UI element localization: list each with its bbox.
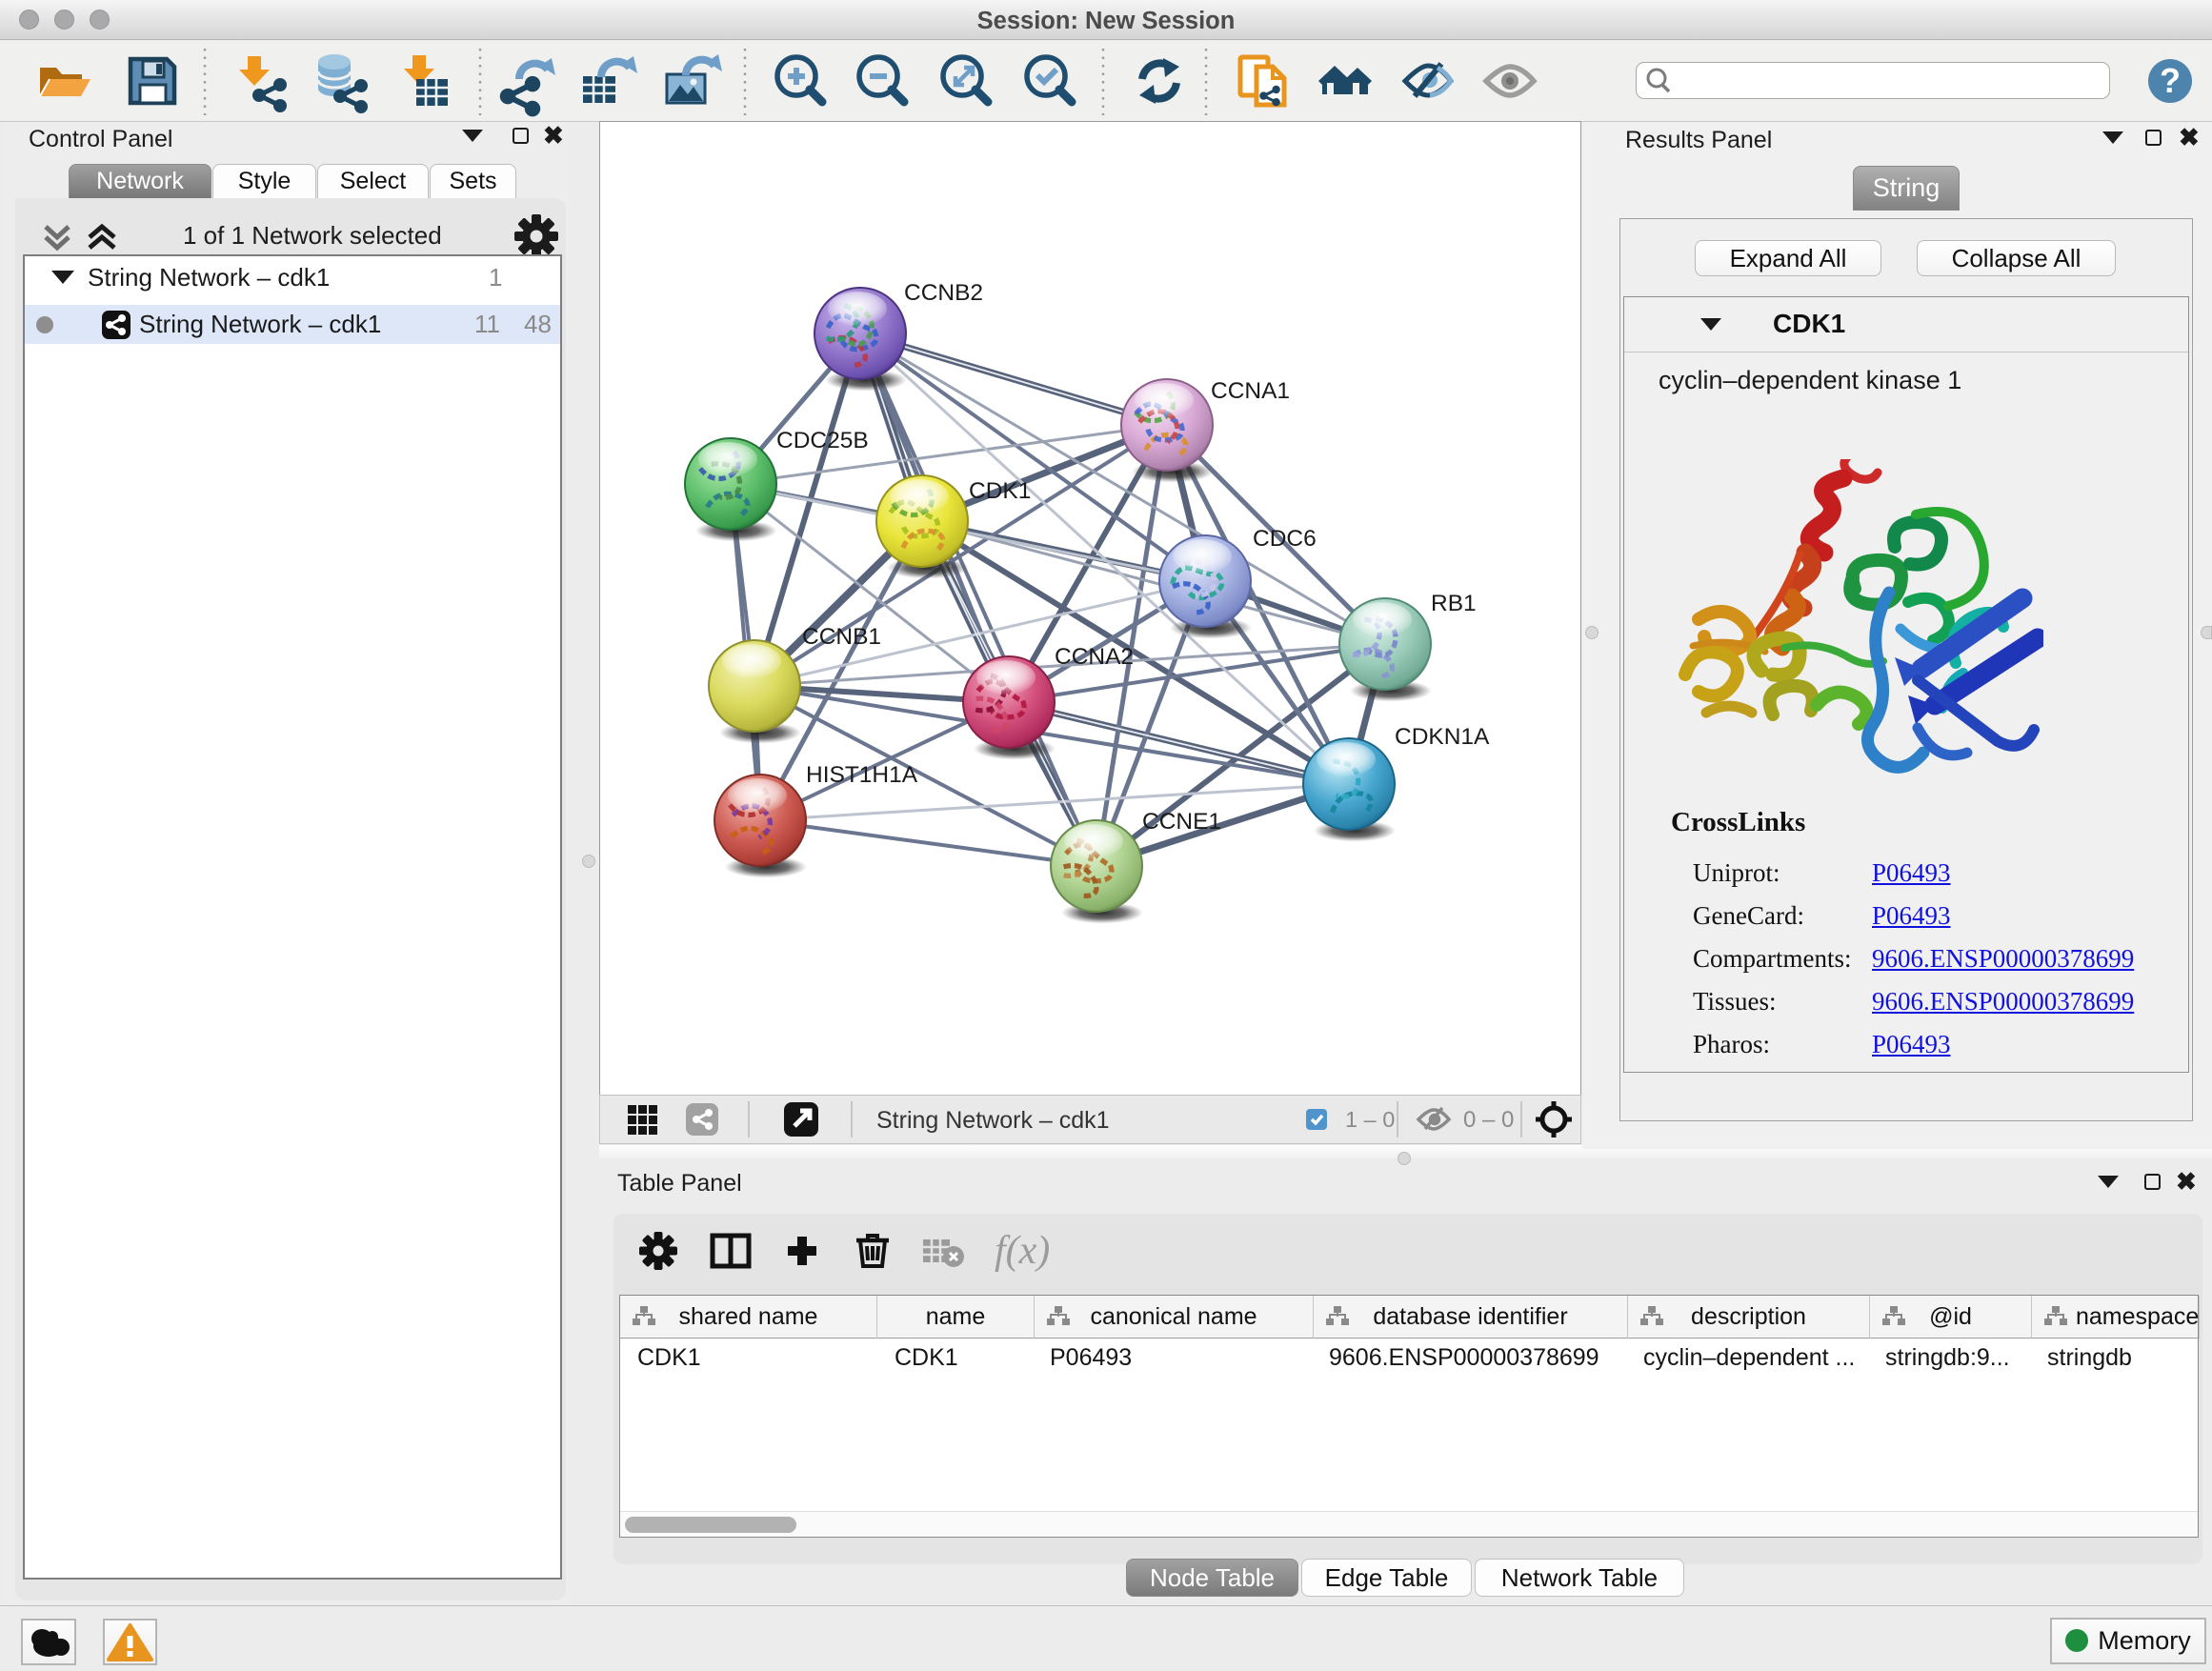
svg-text:1 – 0: 1 – 0 — [1345, 1107, 1395, 1132]
svg-text:CCNE1: CCNE1 — [1142, 809, 1221, 835]
svg-text:CDKN1A: CDKN1A — [1395, 724, 1490, 750]
svg-text:String Network – cdk1: String Network – cdk1 — [876, 1107, 1110, 1134]
svg-text:HIST1H1A: HIST1H1A — [806, 762, 918, 788]
svg-text:CDK1: CDK1 — [969, 478, 1031, 504]
svg-text:CCNA1: CCNA1 — [1211, 378, 1290, 404]
svg-text:CDC6: CDC6 — [1253, 526, 1317, 552]
svg-text:CCNB2: CCNB2 — [904, 280, 983, 306]
svg-text:CDC25B: CDC25B — [776, 428, 869, 453]
svg-text:CCNA2: CCNA2 — [1055, 644, 1134, 670]
svg-text:?: ? — [2160, 61, 2181, 100]
svg-text:0 – 0: 0 – 0 — [1463, 1107, 1514, 1133]
svg-text:f(x): f(x) — [995, 1229, 1050, 1273]
svg-text:CCNB1: CCNB1 — [802, 624, 881, 650]
svg-text:RB1: RB1 — [1431, 591, 1477, 616]
